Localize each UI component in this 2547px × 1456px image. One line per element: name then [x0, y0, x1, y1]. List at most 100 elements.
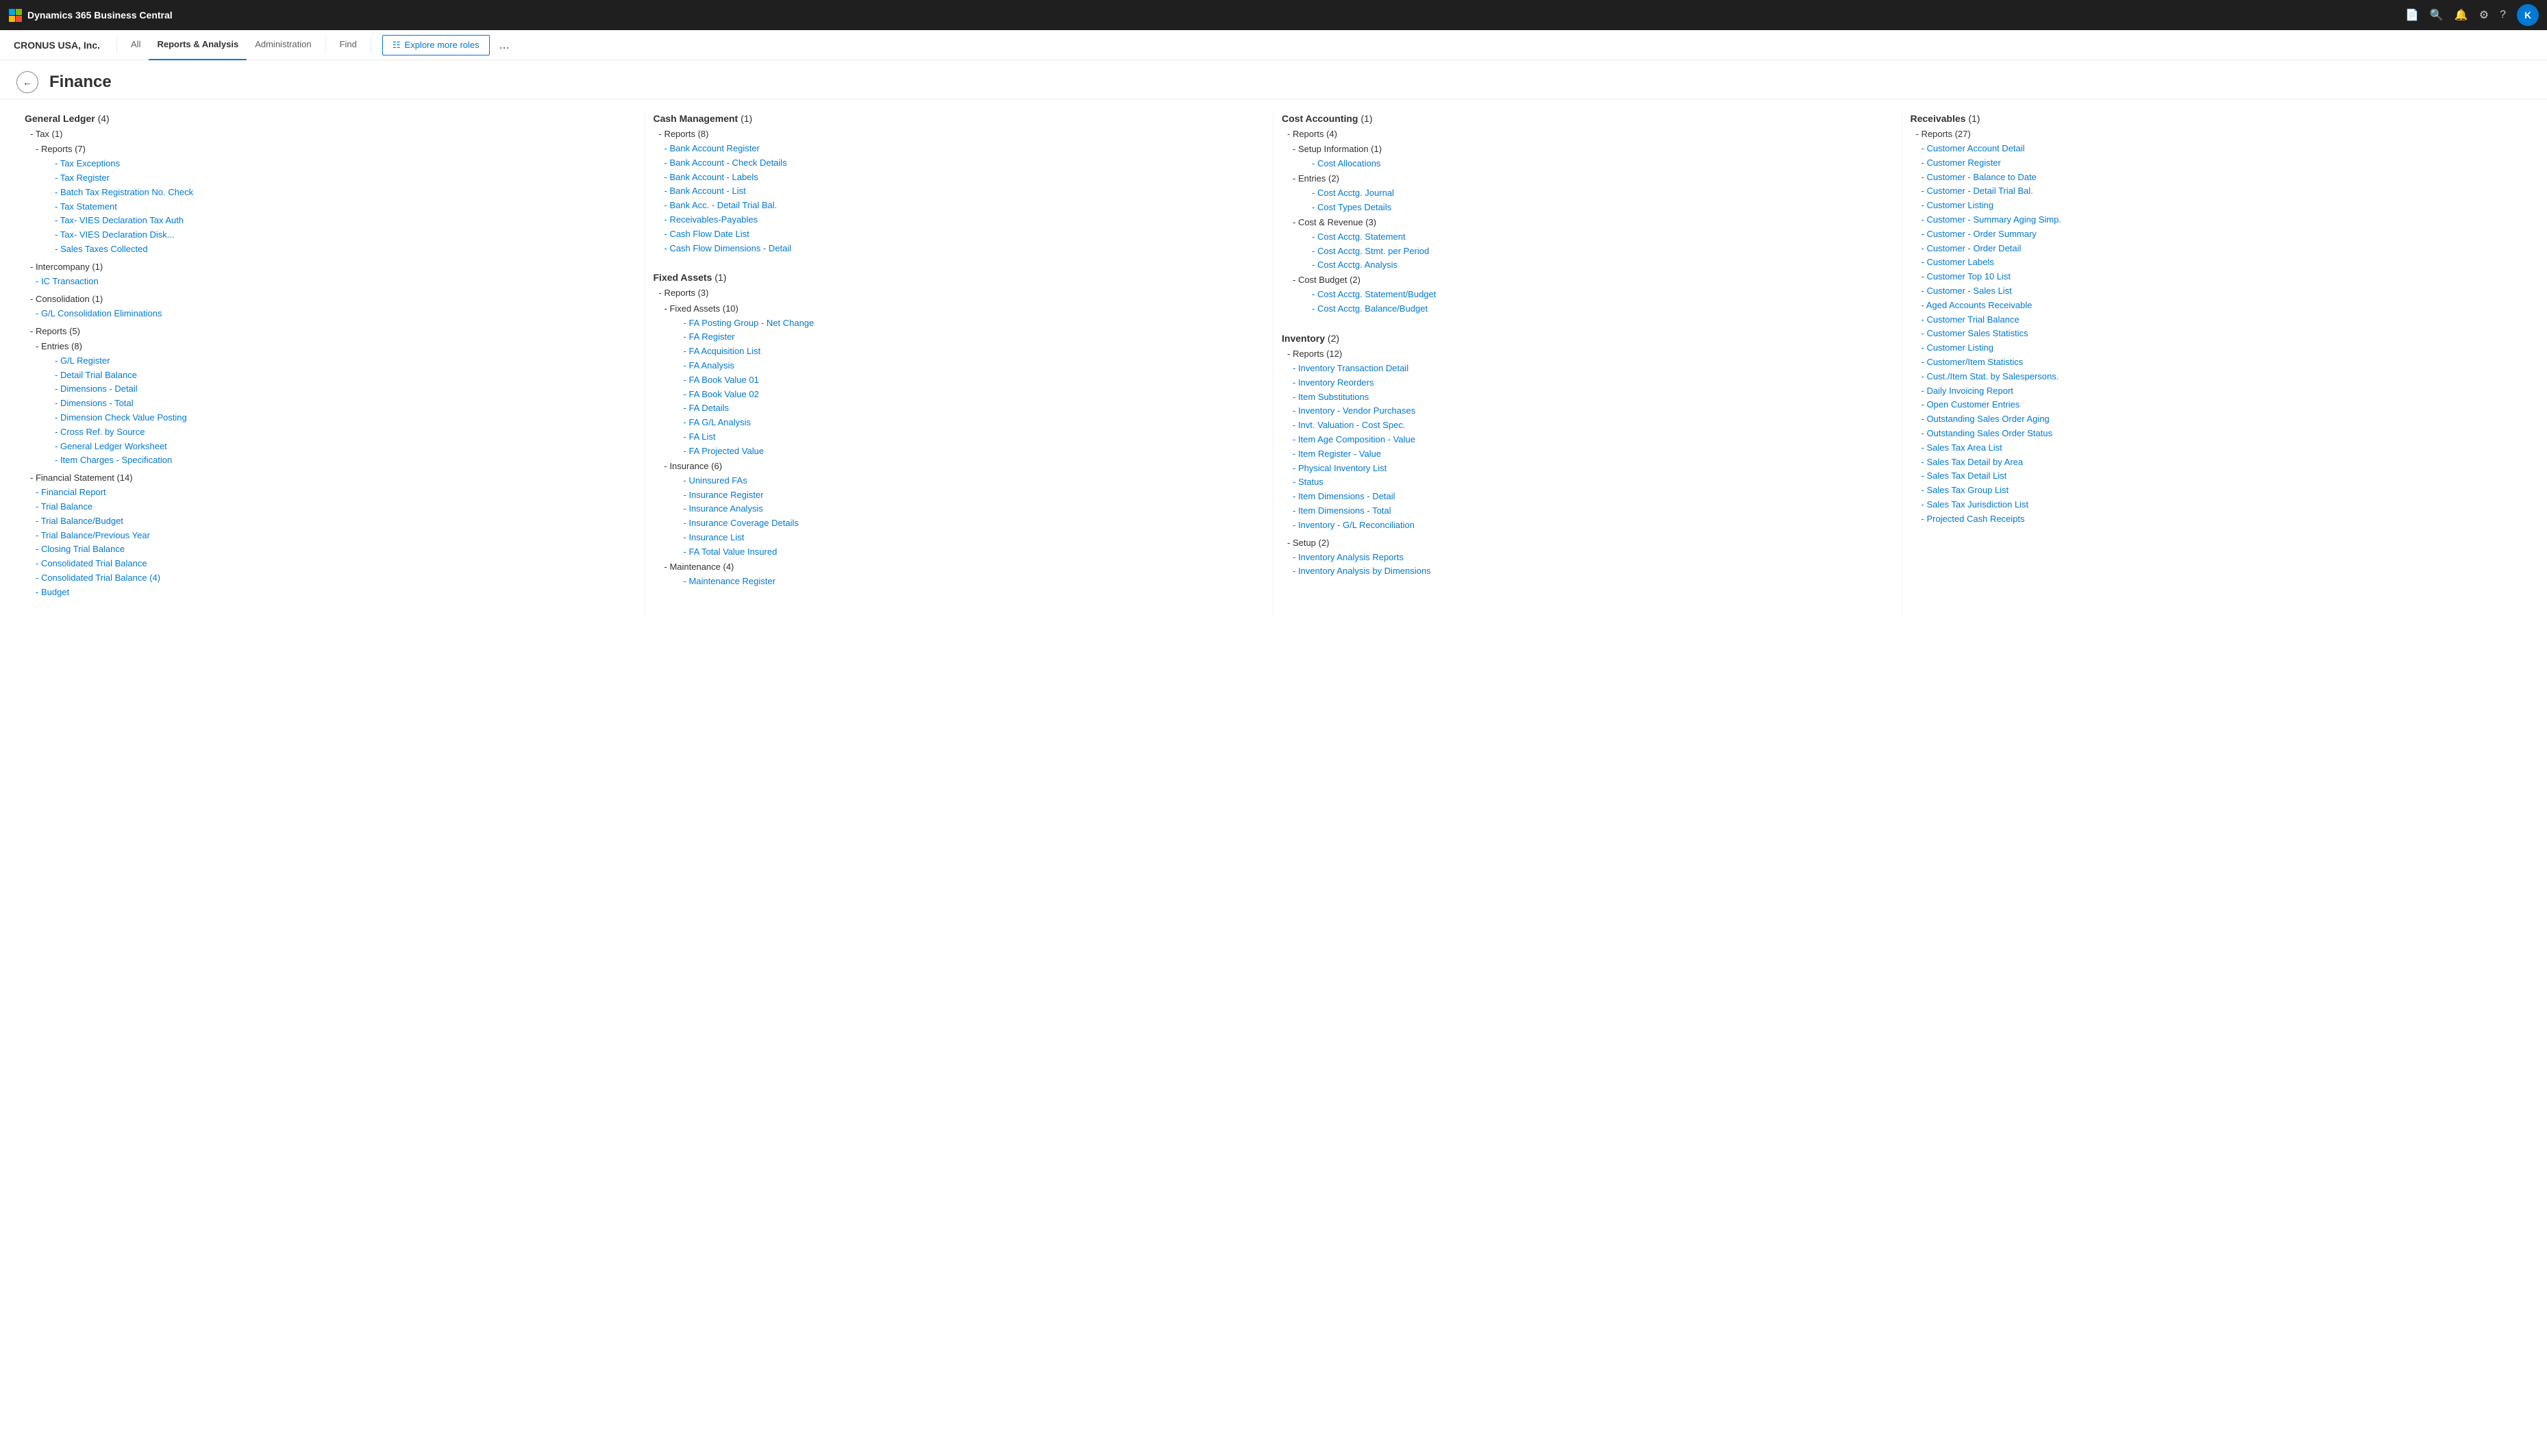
list-item[interactable]: - Customer - Order Detail [1911, 242, 2523, 256]
list-item[interactable]: - Cost Acctg. Balance/Budget [1293, 302, 1893, 316]
list-item[interactable]: - Tax- VIES Declaration Tax Auth [36, 214, 636, 228]
list-item[interactable]: - Customer Labels [1911, 255, 2523, 270]
report-link[interactable]: - Customer - Sales List [1922, 284, 2523, 299]
bell-icon[interactable]: 🔔 [2455, 8, 2468, 22]
list-item[interactable]: - Customer - Sales List [1911, 284, 2523, 299]
report-link[interactable]: - Trial Balance/Budget [36, 514, 636, 529]
report-link[interactable]: - Customer Top 10 List [1922, 270, 2523, 284]
list-item[interactable]: - Customer Register [1911, 156, 2523, 171]
report-link[interactable]: - IC Transaction [36, 275, 636, 289]
list-item[interactable]: - IC Transaction [25, 275, 636, 289]
list-item[interactable]: - Insurance List [664, 531, 1265, 545]
list-item[interactable]: - Tax Exceptions [36, 157, 636, 171]
report-link[interactable]: - Customer - Balance to Date [1922, 171, 2523, 185]
report-link[interactable]: - Cost Acctg. Balance/Budget [1312, 302, 1893, 316]
list-item[interactable]: - Receivables-Payables [654, 213, 1265, 227]
list-item[interactable]: - Dimensions - Total [36, 397, 636, 411]
report-link[interactable]: - Batch Tax Registration No. Check [55, 186, 636, 200]
help-icon[interactable]: ? [2500, 9, 2506, 21]
list-item[interactable]: - FA G/L Analysis [664, 416, 1265, 430]
list-item[interactable]: - Bank Account - Labels [654, 171, 1265, 185]
report-link[interactable]: - Item Substitutions [1293, 390, 1893, 405]
list-item[interactable]: - Inventory Reorders [1282, 376, 1893, 390]
list-item[interactable]: - Trial Balance [25, 500, 636, 514]
list-item[interactable]: - Inventory Transaction Detail [1282, 362, 1893, 376]
report-link[interactable]: - Dimension Check Value Posting [55, 411, 636, 425]
document-icon[interactable]: 📄 [2405, 8, 2419, 22]
report-link[interactable]: - Cust./Item Stat. by Salespersons. [1922, 370, 2523, 384]
nav-administration[interactable]: Administration [247, 30, 319, 60]
report-link[interactable]: - Consolidated Trial Balance [36, 557, 636, 571]
report-link[interactable]: - Insurance List [684, 531, 1265, 545]
list-item[interactable]: - Customer Account Detail [1911, 142, 2523, 156]
report-link[interactable]: - Inventory Reorders [1293, 376, 1893, 390]
report-link[interactable]: - Bank Account - List [664, 184, 1265, 199]
report-link[interactable]: - Sales Tax Area List [1922, 441, 2523, 455]
report-link[interactable]: - FA Acquisition List [684, 344, 1265, 359]
search-icon[interactable]: 🔍 [2430, 8, 2444, 22]
report-link[interactable]: - Tax Statement [55, 200, 636, 214]
report-link[interactable]: - FA List [684, 430, 1265, 444]
report-link[interactable]: - Customer - Order Detail [1922, 242, 2523, 256]
list-item[interactable]: - Cost Acctg. Stmt. per Period [1293, 244, 1893, 259]
list-item[interactable]: - Invt. Valuation - Cost Spec. [1282, 418, 1893, 433]
report-link[interactable]: - Daily Invoicing Report [1922, 384, 2523, 399]
list-item[interactable]: - Sales Tax Group List [1911, 484, 2523, 498]
list-item[interactable]: - FA Posting Group - Net Change [664, 316, 1265, 331]
report-link[interactable]: - Financial Report [36, 486, 636, 500]
report-link[interactable]: - Dimensions - Total [55, 397, 636, 411]
report-link[interactable]: - Consolidated Trial Balance (4) [36, 571, 636, 586]
report-link[interactable]: - Maintenance Register [684, 575, 1265, 589]
list-item[interactable]: - Inventory - Vendor Purchases [1282, 404, 1893, 418]
list-item[interactable]: - Item Dimensions - Detail [1282, 490, 1893, 504]
report-link[interactable]: - Bank Account Register [664, 142, 1265, 156]
list-item[interactable]: - Customer - Detail Trial Bal. [1911, 184, 2523, 199]
report-link[interactable]: - Insurance Analysis [684, 502, 1265, 516]
list-item[interactable]: - Bank Account Register [654, 142, 1265, 156]
list-item[interactable]: - Insurance Register [664, 488, 1265, 503]
report-link[interactable]: - Sales Tax Detail List [1922, 469, 2523, 484]
report-link[interactable]: - Receivables-Payables [664, 213, 1265, 227]
list-item[interactable]: - Cost Acctg. Analysis [1293, 258, 1893, 273]
list-item[interactable]: - Detail Trial Balance [36, 368, 636, 383]
list-item[interactable]: - FA Book Value 01 [664, 373, 1265, 388]
list-item[interactable]: - Budget [25, 586, 636, 600]
report-link[interactable]: - Dimensions - Detail [55, 382, 636, 397]
list-item[interactable]: - Aged Accounts Receivable [1911, 299, 2523, 313]
report-link[interactable]: - Invt. Valuation - Cost Spec. [1293, 418, 1893, 433]
report-link[interactable]: - Closing Trial Balance [36, 542, 636, 557]
list-item[interactable]: - Outstanding Sales Order Aging [1911, 412, 2523, 427]
report-link[interactable]: - Trial Balance/Previous Year [36, 529, 636, 543]
list-item[interactable]: - Projected Cash Receipts [1911, 512, 2523, 527]
report-link[interactable]: - FA Book Value 02 [684, 388, 1265, 402]
explore-roles-button[interactable]: ☷ Explore more roles [382, 35, 490, 55]
list-item[interactable]: - Tax Register [36, 171, 636, 186]
report-link[interactable]: - FA Register [684, 330, 1265, 344]
report-link[interactable]: - Cost Acctg. Statement [1312, 230, 1893, 244]
list-item[interactable]: - Financial Report [25, 486, 636, 500]
list-item[interactable]: - Customer - Summary Aging Simp. [1911, 213, 2523, 227]
list-item[interactable]: - Cost Acctg. Statement [1293, 230, 1893, 244]
report-link[interactable]: - Open Customer Entries [1922, 398, 2523, 412]
list-item[interactable]: - FA Details [664, 401, 1265, 416]
list-item[interactable]: - Inventory Analysis Reports [1282, 551, 1893, 565]
list-item[interactable]: - Cost Acctg. Statement/Budget [1293, 288, 1893, 302]
report-link[interactable]: - Item Dimensions - Detail [1293, 490, 1893, 504]
report-link[interactable]: - Aged Accounts Receivable [1922, 299, 2523, 313]
list-item[interactable]: - Trial Balance/Budget [25, 514, 636, 529]
list-item[interactable]: - Consolidated Trial Balance [25, 557, 636, 571]
report-link[interactable]: - Customer - Summary Aging Simp. [1922, 213, 2523, 227]
report-link[interactable]: - Cash Flow Date List [664, 227, 1265, 242]
list-item[interactable]: - Item Dimensions - Total [1282, 504, 1893, 518]
list-item[interactable]: - Item Substitutions [1282, 390, 1893, 405]
report-link[interactable]: - Outstanding Sales Order Aging [1922, 412, 2523, 427]
report-link[interactable]: - Customer Sales Statistics [1922, 327, 2523, 341]
list-item[interactable]: - Item Age Composition - Value [1282, 433, 1893, 447]
list-item[interactable]: - FA Register [664, 330, 1265, 344]
list-item[interactable]: - Cust./Item Stat. by Salespersons. [1911, 370, 2523, 384]
list-item[interactable]: - Consolidated Trial Balance (4) [25, 571, 636, 586]
report-link[interactable]: - Customer - Detail Trial Bal. [1922, 184, 2523, 199]
list-item[interactable]: - Trial Balance/Previous Year [25, 529, 636, 543]
report-link[interactable]: - Cash Flow Dimensions - Detail [664, 242, 1265, 256]
report-link[interactable]: - Cost Types Details [1312, 201, 1893, 215]
